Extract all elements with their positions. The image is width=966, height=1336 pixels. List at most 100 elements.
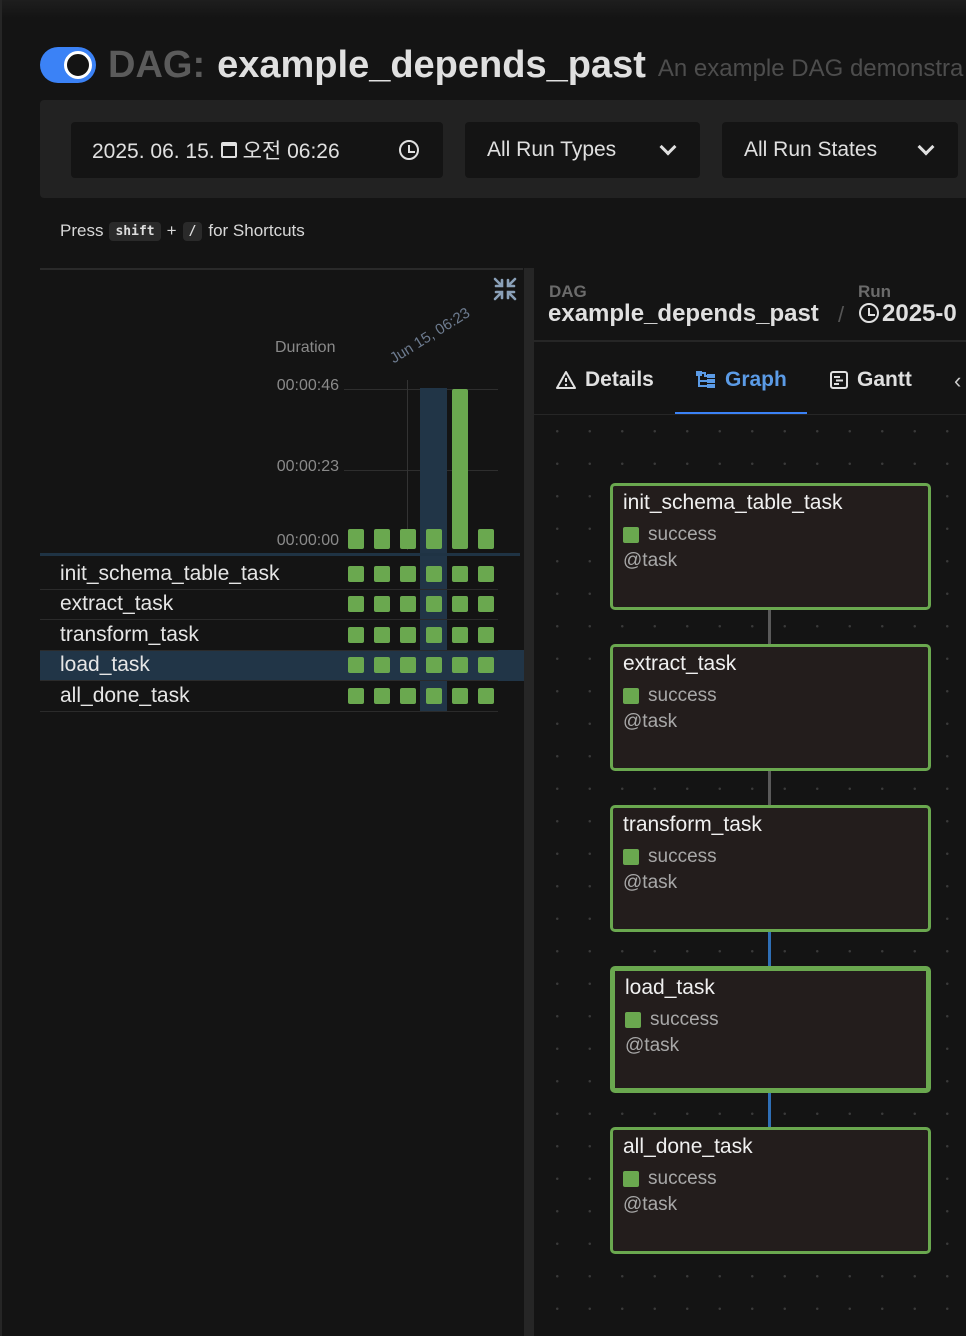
duration-bar[interactable]: [426, 529, 442, 549]
graph-node[interactable]: init_schema_table_task success @task: [610, 483, 931, 610]
calendar-icon[interactable]: [220, 142, 237, 158]
tab-graph[interactable]: Graph: [695, 368, 787, 392]
task-instance-cell[interactable]: [400, 566, 416, 582]
graph-node-state: success: [623, 685, 717, 707]
toggle-knob: [64, 51, 92, 79]
dag-id-title: example_depends_past: [217, 43, 646, 86]
graph-node-state-label: success: [650, 1009, 719, 1030]
graph-node-type: @task: [623, 1194, 678, 1215]
task-instance-cell[interactable]: [400, 596, 416, 612]
collapse-icon[interactable]: [492, 276, 518, 302]
success-status-icon: [623, 527, 639, 543]
y-tick-mid: 00:00:23: [276, 458, 339, 475]
task-instance-cell[interactable]: [452, 657, 468, 673]
breadcrumb-run-label: Run: [858, 282, 892, 301]
task-instance-cell[interactable]: [374, 657, 390, 673]
graph-node-name: transform_task: [623, 813, 762, 836]
run-type-select[interactable]: All Run Types: [465, 122, 700, 178]
breadcrumb-dag-label: DAG: [549, 282, 587, 301]
duration-bar[interactable]: [452, 389, 468, 549]
duration-axis-title: Duration: [275, 339, 336, 356]
task-instance-cell[interactable]: [426, 657, 442, 673]
date-time-value: 2025. 06. 15. 오전 06:26: [92, 135, 399, 165]
task-instance-cell[interactable]: [400, 688, 416, 704]
task-instance-cell[interactable]: [400, 657, 416, 673]
task-row-name[interactable]: transform_task: [60, 623, 199, 647]
run-state-value: All Run States: [744, 138, 878, 161]
title-prefix: DAG:: [108, 43, 206, 86]
graph-node-type: @task: [623, 872, 678, 893]
task-instance-cell[interactable]: [478, 566, 494, 582]
more-tabs-chevron-icon[interactable]: ‹: [954, 368, 961, 394]
duration-bar[interactable]: [478, 529, 494, 549]
graph-node[interactable]: transform_task success @task: [610, 805, 931, 932]
task-instance-cell[interactable]: [348, 627, 364, 643]
panel-resize-handle[interactable]: [524, 268, 534, 1336]
shift-key: shift: [109, 221, 161, 241]
graph-edge: [768, 771, 771, 805]
task-row-name[interactable]: all_done_task: [60, 684, 190, 708]
task-instance-cell[interactable]: [452, 566, 468, 582]
clock-icon[interactable]: [399, 140, 419, 160]
task-instance-cell[interactable]: [374, 566, 390, 582]
run-date-picker[interactable]: 2025. 06. 15. 오전 06:26: [71, 122, 443, 178]
task-instance-cell[interactable]: [348, 596, 364, 612]
dag-description: An example DAG demonstra: [657, 55, 964, 82]
tab-gantt[interactable]: Gantt: [829, 368, 912, 392]
success-status-icon: [623, 1171, 639, 1187]
breadcrumb-dag-link[interactable]: example_depends_past: [548, 300, 819, 328]
graph-node-name: extract_task: [623, 652, 737, 675]
graph-node[interactable]: load_tasksuccess @task: [610, 966, 931, 1093]
y-tick-max: 00:00:46: [276, 377, 339, 394]
graph-node-state-label: success: [648, 1168, 717, 1189]
breadcrumb-separator: /: [838, 302, 845, 327]
duration-bar[interactable]: [348, 529, 364, 549]
task-row-name[interactable]: load_task: [60, 653, 150, 677]
filter-bar: 2025. 06. 15. 오전 06:26 All Run Types All …: [40, 100, 966, 198]
window-left-edge: [0, 0, 2, 1336]
task-instance-cell[interactable]: [452, 627, 468, 643]
success-status-icon: [623, 688, 639, 704]
graph-node-state-label: success: [648, 685, 717, 706]
chevron-down-icon: [917, 138, 935, 156]
task-row-name[interactable]: init_schema_table_task: [60, 562, 279, 586]
task-instance-cell[interactable]: [452, 596, 468, 612]
run-state-select[interactable]: All Run States: [722, 122, 958, 178]
grid-top-divider: [40, 268, 523, 270]
dag-title-row: DAG: example_depends_past An example DAG…: [40, 40, 963, 90]
shortcuts-plus: +: [166, 221, 177, 240]
graph-node-type: @task: [623, 550, 678, 571]
success-status-icon: [623, 849, 639, 865]
tab-details[interactable]: Details: [555, 368, 654, 392]
task-instance-cell[interactable]: [348, 688, 364, 704]
task-instance-cell[interactable]: [374, 688, 390, 704]
graph-node[interactable]: extract_tasksuccess @task: [610, 644, 931, 771]
task-instance-cell[interactable]: [426, 627, 442, 643]
task-instance-cell[interactable]: [426, 566, 442, 582]
graph-node-type: @task: [625, 1035, 680, 1056]
graph-node-type: @task: [623, 711, 678, 732]
duration-bar[interactable]: [374, 529, 390, 549]
graph-node-name: all_done_task: [623, 1135, 753, 1158]
breadcrumb-run-link[interactable]: 2025-0: [859, 300, 957, 328]
task-instance-cell[interactable]: [400, 627, 416, 643]
graph-edge: [768, 932, 771, 966]
task-instance-cell[interactable]: [348, 657, 364, 673]
pause-toggle[interactable]: [40, 47, 96, 83]
graph-node-name: load_task: [625, 976, 715, 999]
duration-bar[interactable]: [400, 529, 416, 549]
graph-node-state: success: [625, 1009, 719, 1031]
task-instance-cell[interactable]: [374, 627, 390, 643]
graph-node[interactable]: all_done_tasksuccess @task: [610, 1127, 931, 1254]
task-instance-cell[interactable]: [426, 596, 442, 612]
task-instance-cell[interactable]: [374, 596, 390, 612]
graph-node-state: success: [623, 1168, 717, 1190]
task-instance-cell[interactable]: [478, 657, 494, 673]
task-instance-cell[interactable]: [452, 688, 468, 704]
task-instance-cell[interactable]: [478, 688, 494, 704]
task-instance-cell[interactable]: [348, 566, 364, 582]
task-instance-cell[interactable]: [478, 596, 494, 612]
task-row-name[interactable]: extract_task: [60, 592, 173, 616]
task-instance-cell[interactable]: [426, 688, 442, 704]
task-instance-cell[interactable]: [478, 627, 494, 643]
